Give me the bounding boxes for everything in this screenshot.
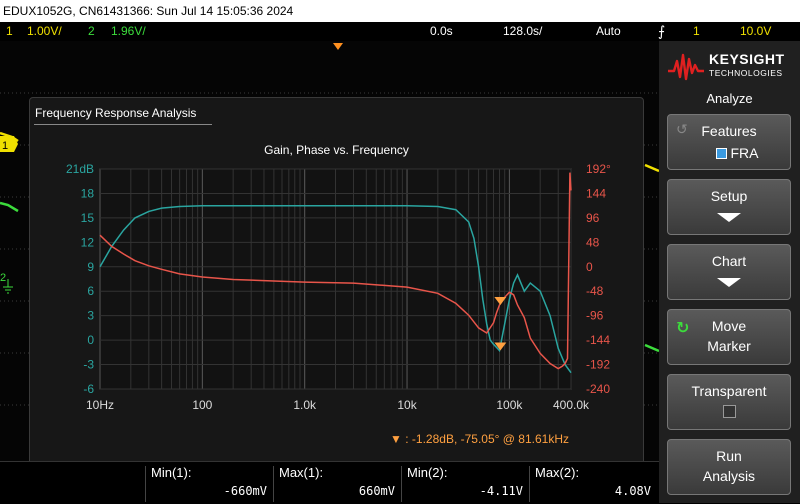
gain-tick-label: 3	[87, 309, 94, 323]
measurement-max2[interactable]: Max(2): 4.08V	[529, 462, 657, 504]
x-tick-label: 10Hz	[86, 398, 114, 412]
phase-tick-label: -192	[586, 358, 610, 372]
setup-label: Setup	[710, 188, 748, 204]
bode-plot[interactable]: 21dB1815129630-3-6192°14496480-48-96-144…	[30, 98, 645, 461]
gain-tick-label: 9	[87, 260, 94, 274]
run-label: Run	[716, 448, 742, 464]
measurement-value: -660mV	[223, 484, 267, 498]
phase-tick-label: -144	[586, 333, 610, 347]
ch1-number[interactable]: 1	[6, 22, 13, 41]
x-tick-label: 100	[192, 398, 212, 412]
marker-readout: ▼ : -1.28dB, -75.05° @ 81.61kHz	[390, 432, 569, 446]
marker-icon: ▼	[390, 432, 402, 446]
checkbox-icon[interactable]	[715, 148, 727, 159]
features-value: FRA	[668, 145, 790, 161]
analysis-label: Analysis	[702, 468, 756, 484]
fra-option-label: FRA	[730, 145, 759, 161]
svg-text:1: 1	[2, 140, 8, 152]
chevron-down-icon	[668, 275, 790, 291]
fra-window[interactable]: Frequency Response Analysis Gain, Phase …	[29, 97, 644, 461]
gain-tick-label: -6	[83, 382, 94, 396]
marker-value: -1.28dB, -75.05° @ 81.61kHz	[411, 432, 569, 446]
status-bar: 1 1.00V/ 2 1.96V/ 0.0s 128.0s/ Auto ⨍ 1 …	[0, 22, 800, 41]
x-tick-label: 400.0k	[553, 398, 590, 412]
trigger-channel[interactable]: 1	[693, 22, 700, 41]
gain-tick-label: 12	[81, 235, 95, 249]
measurement-value: 4.08V	[614, 484, 651, 498]
gain-tick-label: 0	[87, 333, 94, 347]
phase-tick-label: -48	[586, 284, 604, 298]
window-title: EDUX1052G, CN61431366: Sun Jul 14 15:05:…	[3, 4, 294, 18]
transparent-label: Transparent	[691, 383, 767, 399]
x-tick-label: 10k	[397, 398, 417, 412]
move-marker-softkey[interactable]: ↻ Move Marker	[667, 309, 791, 365]
move-label: Move	[711, 318, 747, 334]
measurement-value: 660mV	[358, 484, 395, 498]
chart-softkey[interactable]: Chart	[667, 244, 791, 300]
transparent-softkey[interactable]: Transparent	[667, 374, 791, 430]
trigger-mode[interactable]: Auto	[596, 22, 621, 41]
measurement-label: Max(1):	[279, 465, 324, 480]
phase-tick-label: -96	[586, 309, 604, 323]
ch2-ground-marker[interactable]: 2	[0, 272, 6, 284]
phase-tick-label: 144	[586, 186, 606, 200]
gain-tick-label: -3	[83, 358, 94, 372]
phase-tick-label: 0	[586, 260, 593, 274]
measurement-label: Min(2):	[407, 465, 448, 480]
measurement-max1[interactable]: Max(1): 660mV	[273, 462, 401, 504]
softkey-panel: KEYSIGHT TECHNOLOGIES Analyze ↺ Features…	[659, 41, 800, 503]
x-tick-label: 100k	[496, 398, 523, 412]
measurement-label: Max(2):	[535, 465, 580, 480]
keysight-wave-icon	[668, 53, 704, 81]
phase-tick-label: 96	[586, 211, 600, 225]
menu-title: Analyze	[706, 91, 753, 106]
gain-tick-label: 6	[87, 284, 94, 298]
gain-tick-label: 21dB	[66, 162, 94, 176]
chart-label: Chart	[711, 253, 747, 269]
phase-tick-label: 48	[586, 235, 600, 249]
trigger-position-icon[interactable]	[333, 43, 343, 50]
time-scale[interactable]: 128.0s/	[503, 22, 542, 41]
ch2-trace	[0, 201, 19, 213]
ch2-number[interactable]: 2	[88, 22, 95, 41]
x-tick-label: 1.0k	[293, 398, 317, 412]
setup-softkey[interactable]: Setup	[667, 179, 791, 235]
measurement-value: -4.11V	[479, 484, 523, 498]
window-titlebar: EDUX1052G, CN61431366: Sun Jul 14 15:05:…	[0, 0, 800, 22]
gain-tick-label: 18	[81, 186, 95, 200]
measurement-min1[interactable]: Min(1): -660mV	[145, 462, 273, 504]
gain-tick-label: 15	[81, 211, 95, 225]
run-analysis-softkey[interactable]: Run Analysis	[667, 439, 791, 495]
chevron-down-icon	[668, 210, 790, 226]
marker-label: Marker	[707, 338, 751, 354]
ch2-scale[interactable]: 1.96V/	[111, 22, 146, 41]
keysight-logo: KEYSIGHT TECHNOLOGIES	[667, 47, 795, 87]
trigger-slope-icon: ⨍	[658, 23, 666, 39]
brand-subtitle: TECHNOLOGIES	[709, 68, 783, 78]
marker-prefix: :	[405, 432, 409, 446]
phase-tick-label: 192°	[586, 162, 611, 176]
measurement-bar: Min(1): -660mV Max(1): 660mV Min(2): -4.…	[0, 461, 659, 503]
transparent-checkbox-icon[interactable]	[668, 405, 790, 421]
brand-name: KEYSIGHT	[709, 51, 785, 67]
features-label: Features	[701, 123, 757, 139]
features-softkey[interactable]: ↺ Features FRA	[667, 114, 791, 170]
trigger-level[interactable]: 10.0V	[740, 22, 771, 41]
measurement-min2[interactable]: Min(2): -4.11V	[401, 462, 529, 504]
measurement-label: Min(1):	[151, 465, 192, 480]
waveform-display[interactable]: 1 2 Frequency Response Analysis Gain, Ph…	[0, 41, 659, 461]
time-delay[interactable]: 0.0s	[430, 22, 453, 41]
ch1-scale[interactable]: 1.00V/	[27, 22, 62, 41]
phase-tick-label: -240	[586, 382, 610, 396]
